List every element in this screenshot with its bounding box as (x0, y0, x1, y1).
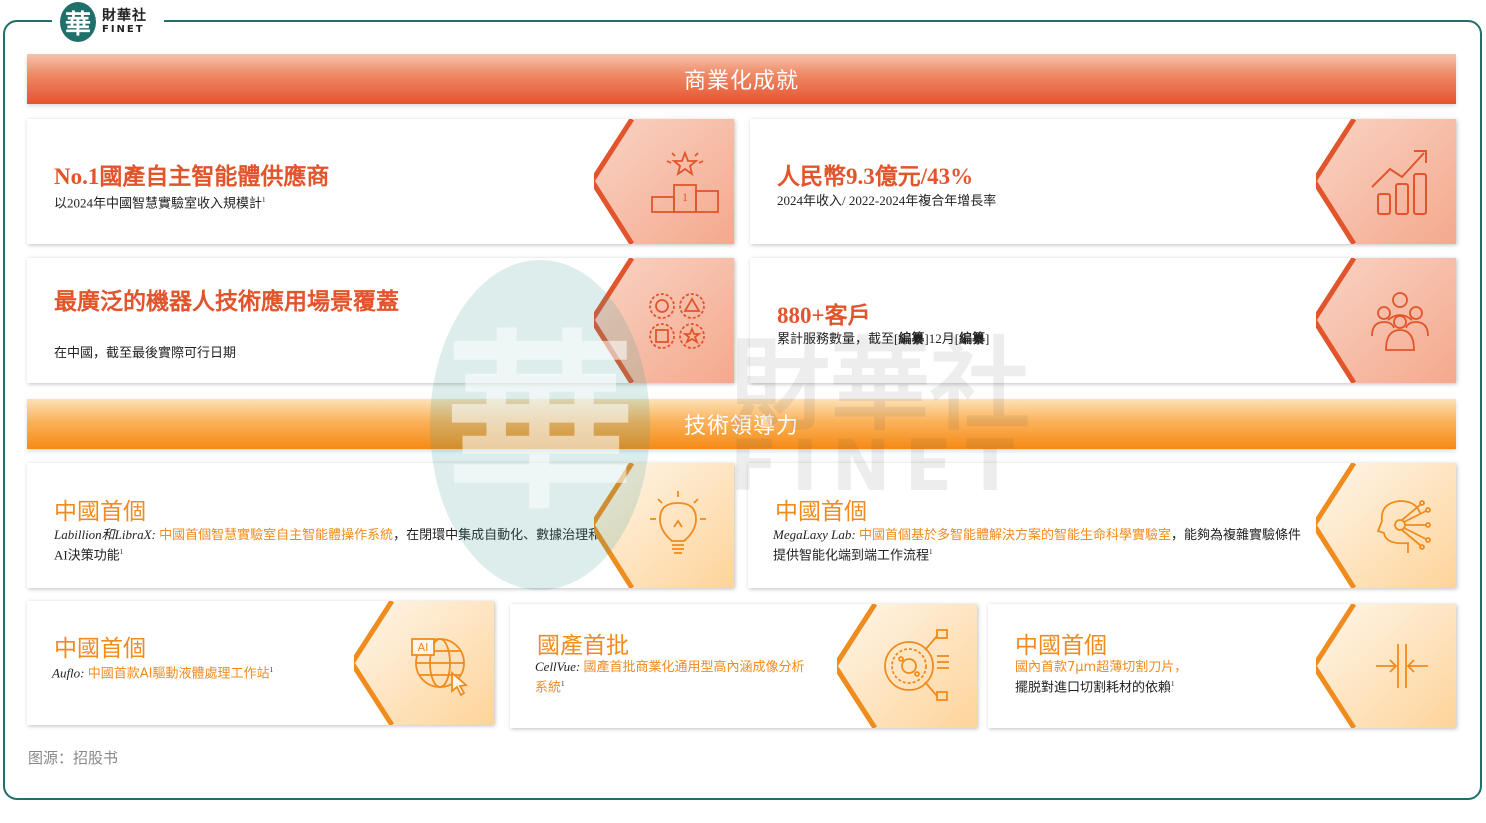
card-title: 中國首個 (1015, 633, 1107, 659)
logo-mark: 華 (60, 2, 96, 42)
card-desc: 在中國，截至最後實際可行日期 (54, 345, 237, 360)
chevron-decor (1316, 604, 1456, 728)
card-robot-coverage: 最廣泛的機器人技術應用場景覆蓋 在中國，截至最後實際可行日期 (27, 258, 734, 383)
card-auflo: 中國首個 Auflo: 中國首款AI驅動液體處理工作站1 AI (27, 601, 494, 725)
chevron-decor (594, 463, 734, 588)
card-title: 人民幣9.3億元/43% (777, 164, 974, 189)
card-labillion: 中國首個 Labillion和LibraX: 中國首個智慧實驗室自主智能體操作系… (27, 463, 734, 588)
card-title: No.1國產自主智能體供應商 (54, 164, 330, 189)
chevron-decor (594, 258, 734, 383)
card-desc: Labillion和LibraX: 中國首個智慧實驗室自主智能體操作系統，在閉環… (54, 527, 602, 563)
card-title: 最廣泛的機器人技術應用場景覆蓋 (54, 289, 399, 314)
card-desc: Auflo: 中國首款AI驅動液體處理工作站1 (52, 665, 273, 682)
svg-text:1: 1 (682, 190, 688, 204)
section-banner-tech: 技術領導力 (27, 399, 1456, 449)
source-note: 图源：招股书 (28, 749, 119, 767)
finet-logo: 華 財華社 FINET (52, 0, 164, 44)
card-megalaxy: 中國首個 MegaLaxy Lab: 中國首個基於多智能體解決方案的智能生命科學… (748, 463, 1456, 588)
card-blade: 中國首個 國內首款7μm超薄切割刀片， 擺脱對進口切割耗材的依賴1 (988, 604, 1456, 728)
chevron-decor (837, 604, 977, 728)
card-title: 中國首個 (54, 636, 146, 662)
card-desc: 累計服務數量，截至[編纂]12月[編纂] (777, 331, 990, 346)
card-title: 中國首個 (54, 499, 146, 525)
logo-cn: 財華社 (102, 8, 147, 24)
card-revenue: 人民幣9.3億元/43% 2024年收入/ 2022-2024年複合年增長率 (750, 119, 1456, 244)
chevron-decor (1316, 258, 1456, 383)
svg-text:AI: AI (418, 641, 429, 654)
logo-en: FINET (102, 24, 145, 35)
card-desc: 國內首款7μm超薄切割刀片， 擺脱對進口切割耗材的依賴1 (1015, 660, 1188, 695)
card-desc: 2024年收入/ 2022-2024年複合年增長率 (777, 193, 997, 208)
chevron-decor: AI (354, 601, 494, 725)
card-title: 880+客戶 (777, 303, 871, 328)
card-title: 國產首批 (537, 633, 629, 659)
card-no1-supplier: No.1國產自主智能體供應商 以2024年中國智慧實驗室收入規模計1 1 (27, 119, 734, 244)
chevron-decor (1316, 119, 1456, 244)
section-banner-commercial: 商業化成就 (27, 54, 1456, 104)
card-desc: 以2024年中國智慧實驗室收入規模計1 (54, 195, 266, 211)
card-title: 中國首個 (775, 499, 867, 525)
chevron-decor (1316, 463, 1456, 588)
card-cellvue: 國產首批 CellVue: 國產首批商業化通用型高內涵成像分析系統1 (510, 604, 977, 728)
chevron-decor: 1 (594, 119, 734, 244)
card-desc: MegaLaxy Lab: 中國首個基於多智能體解決方案的智能生命科學實驗室，能… (773, 527, 1301, 563)
card-desc: CellVue: 國產首批商業化通用型高內涵成像分析系統1 (535, 659, 805, 696)
card-customers: 880+客戶 累計服務數量，截至[編纂]12月[編纂] (750, 258, 1456, 383)
